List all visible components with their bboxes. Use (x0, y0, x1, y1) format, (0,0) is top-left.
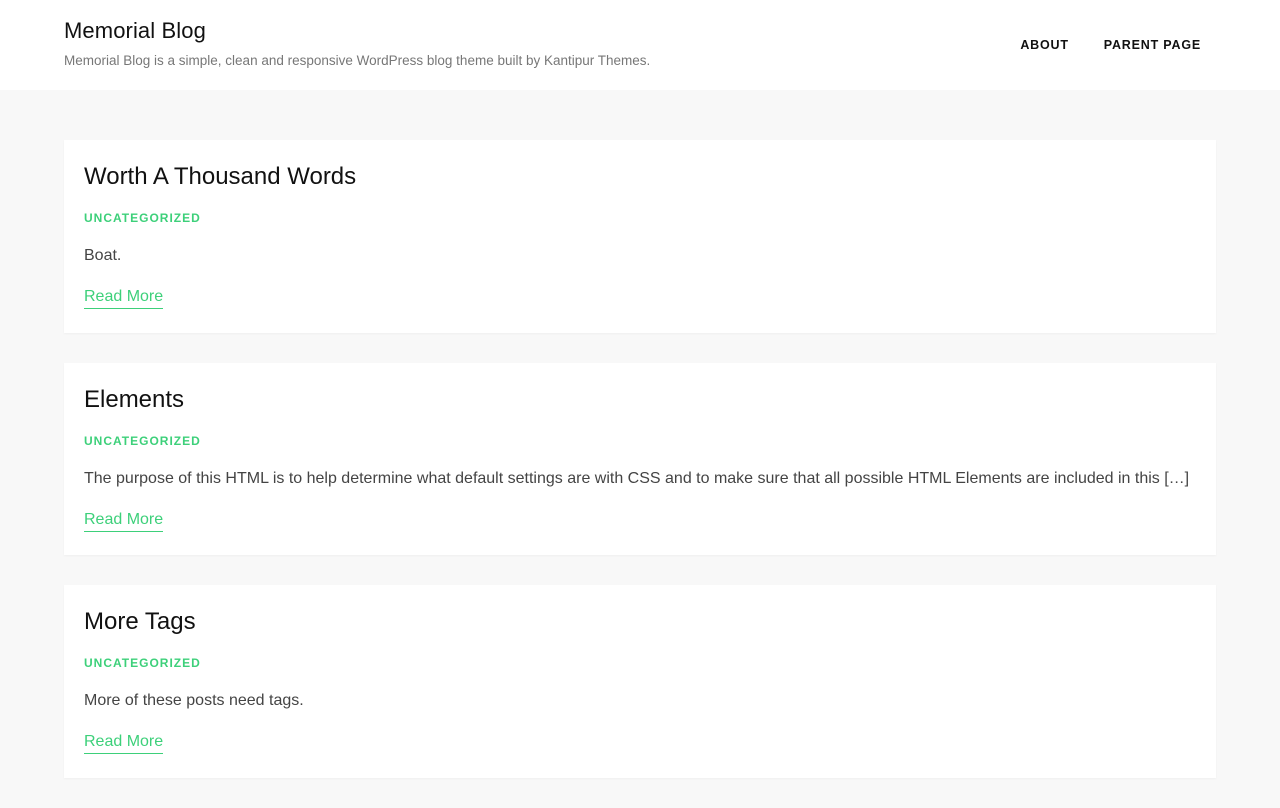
post-title[interactable]: More Tags (84, 607, 1196, 637)
post-card-worth-a-thousand-words: Worth A Thousand Words UNCATEGORIZED Boa… (64, 140, 1216, 333)
post-category-link[interactable]: UNCATEGORIZED (84, 433, 201, 449)
post-category-link[interactable]: UNCATEGORIZED (84, 655, 201, 671)
post-excerpt: The purpose of this HTML is to help dete… (84, 470, 1190, 487)
site-header: Memorial Blog Memorial Blog is a simple,… (0, 0, 1280, 90)
post-title[interactable]: Worth A Thousand Words (84, 162, 1196, 192)
post-excerpt: More of these posts need tags. (84, 692, 304, 709)
post-excerpt: Boat. (84, 247, 122, 264)
site-branding: Memorial Blog Memorial Blog is a simple,… (64, 16, 650, 70)
post-list: Worth A Thousand Words UNCATEGORIZED Boa… (64, 140, 1216, 808)
site-title-link[interactable]: Memorial Blog (64, 16, 650, 46)
post-card-elements: Elements UNCATEGORIZED The purpose of th… (64, 363, 1216, 555)
post-category-link[interactable]: UNCATEGORIZED (84, 210, 201, 226)
read-more-link[interactable]: Read More (84, 287, 164, 309)
nav-item-parent-page[interactable]: PARENT PAGE (1104, 36, 1201, 54)
site-description: Memorial Blog is a simple, clean and res… (64, 53, 651, 68)
read-more-link[interactable]: Read More (84, 510, 164, 532)
post-card-more-tags: More Tags UNCATEGORIZED More of these po… (64, 585, 1216, 778)
nav-item-about[interactable]: ABOUT (1020, 36, 1068, 54)
read-more-link[interactable]: Read More (84, 732, 164, 754)
main-navigation: ABOUT PARENT PAGE (1020, 36, 1201, 54)
post-title[interactable]: Elements (84, 385, 1196, 415)
